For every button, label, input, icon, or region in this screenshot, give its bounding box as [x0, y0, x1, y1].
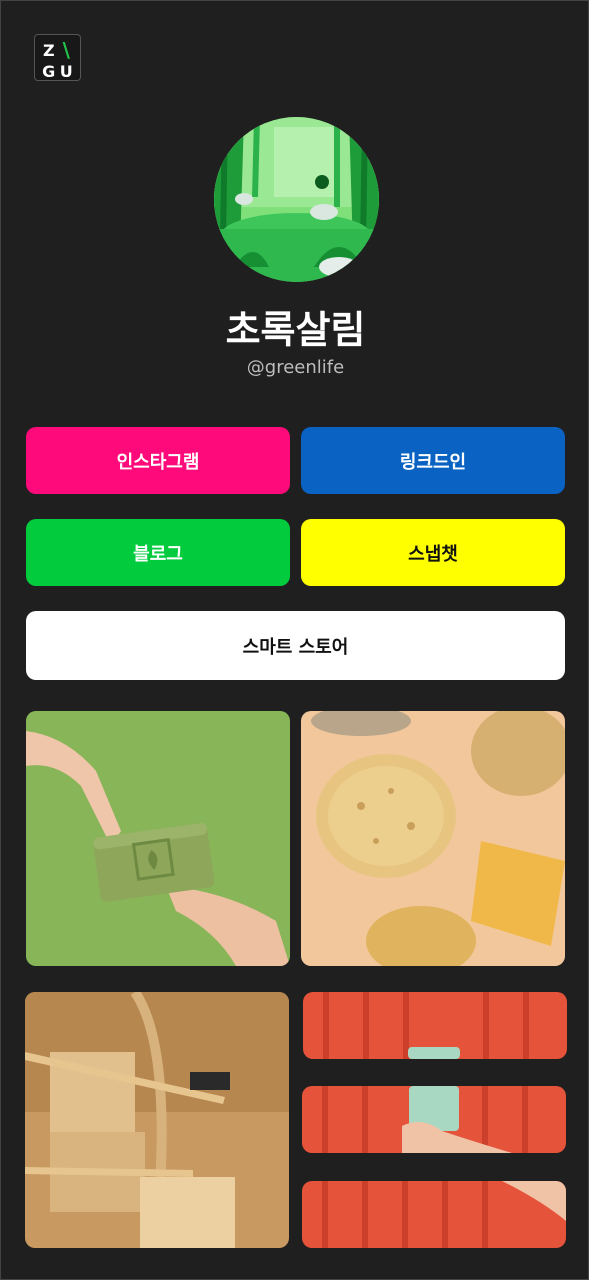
bamboo-toothbrush-tile[interactable]	[25, 992, 289, 1248]
instagram-link-button[interactable]: 인스타그램	[26, 427, 290, 494]
forest-illustration	[214, 117, 379, 282]
sponge-photo-tile[interactable]	[301, 711, 565, 966]
cup-image-middle	[302, 1086, 566, 1153]
logo-letter-z: Z	[42, 40, 55, 60]
profile-name: 초록살림	[225, 308, 366, 352]
cup-image-bottom	[302, 1181, 566, 1248]
zgu-logo[interactable]: Z \ G U	[34, 34, 81, 81]
logo-slash-icon: \	[62, 38, 70, 62]
cup-image-top	[303, 992, 567, 1059]
logo-letter-g: G	[42, 62, 56, 81]
soap-photo-tile[interactable]	[26, 711, 290, 966]
toothbrush-image	[25, 992, 289, 1248]
reusable-cup-tile-middle[interactable]	[302, 1086, 566, 1153]
profile-handle: @greenlife	[246, 357, 345, 378]
reusable-cup-tile-bottom[interactable]	[302, 1181, 566, 1248]
blog-link-button[interactable]: 블로그	[26, 519, 290, 586]
soap-image	[26, 711, 290, 966]
profile-avatar	[214, 117, 379, 282]
page-frame: Z \ G U 초록살림 @greenlife 인스타그램 링크드인 블로그 스…	[0, 0, 589, 1280]
logo-letter-u: U	[59, 62, 73, 81]
reusable-cup-tile-top[interactable]	[303, 992, 567, 1059]
smartstore-link-button[interactable]: 스마트 스토어	[26, 611, 565, 680]
sponge-image	[301, 711, 565, 966]
snapchat-link-button[interactable]: 스냅챗	[301, 519, 565, 586]
linkedin-link-button[interactable]: 링크드인	[301, 427, 565, 494]
